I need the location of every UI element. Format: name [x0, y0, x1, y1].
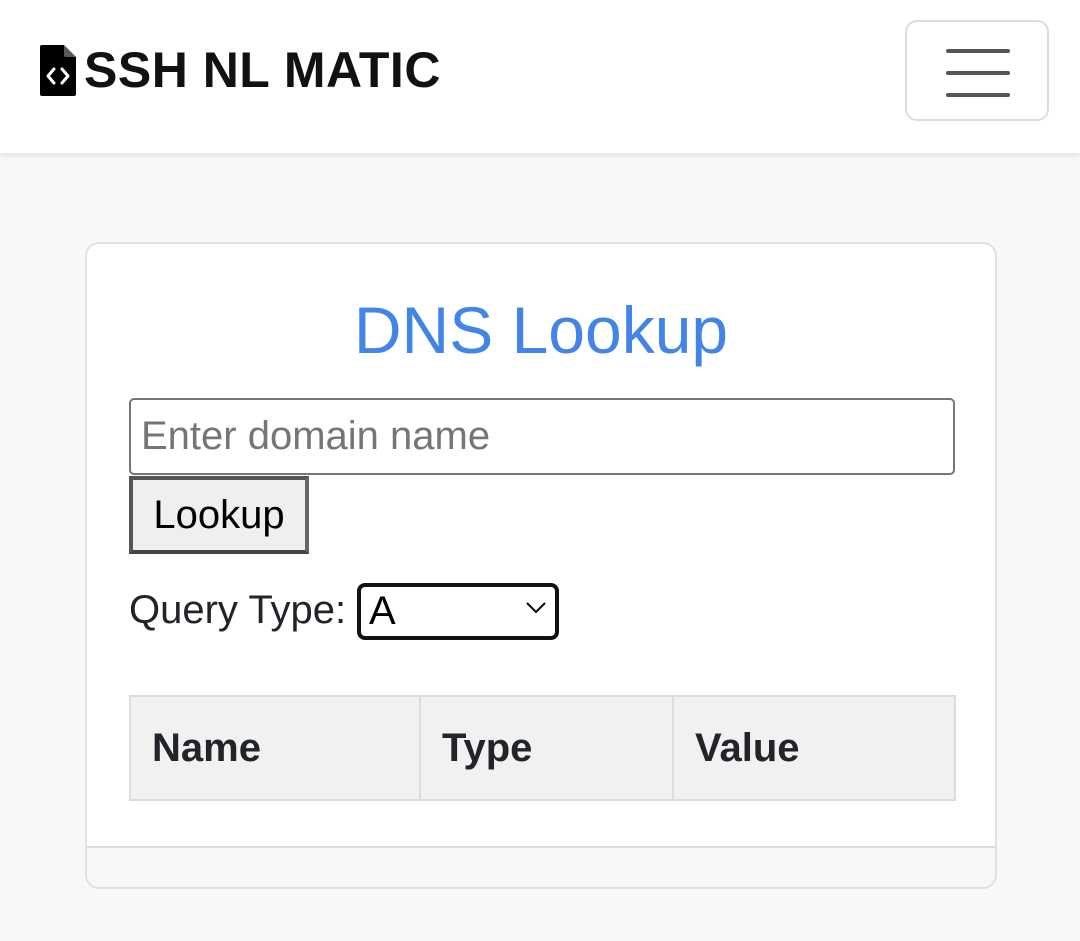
lookup-button[interactable]: Lookup: [129, 476, 309, 554]
file-code-icon: [40, 44, 76, 96]
brand-text: SSH NL MATIC: [84, 42, 441, 98]
brand[interactable]: SSH NL MATIC: [38, 40, 441, 100]
query-type-selected-value: A: [369, 589, 396, 633]
card-footer: [87, 846, 995, 887]
table-header-row: Name Type Value: [129, 695, 956, 801]
domain-input[interactable]: [129, 398, 955, 475]
query-type-select[interactable]: A: [357, 583, 559, 640]
column-header-type: Type: [419, 695, 674, 801]
navbar-toggler-button[interactable]: [905, 20, 1049, 121]
results-table: Name Type Value: [129, 695, 956, 801]
dns-lookup-card: DNS Lookup Lookup Query Type: A Name Typ…: [85, 242, 997, 889]
column-header-name: Name: [129, 695, 421, 801]
hamburger-menu-icon: [946, 49, 1010, 97]
page-title: DNS Lookup: [353, 293, 729, 367]
query-type-label: Query Type:: [129, 588, 347, 632]
chevron-down-icon: [526, 602, 546, 614]
navbar: SSH NL MATIC: [0, 0, 1080, 154]
column-header-value: Value: [672, 695, 956, 801]
